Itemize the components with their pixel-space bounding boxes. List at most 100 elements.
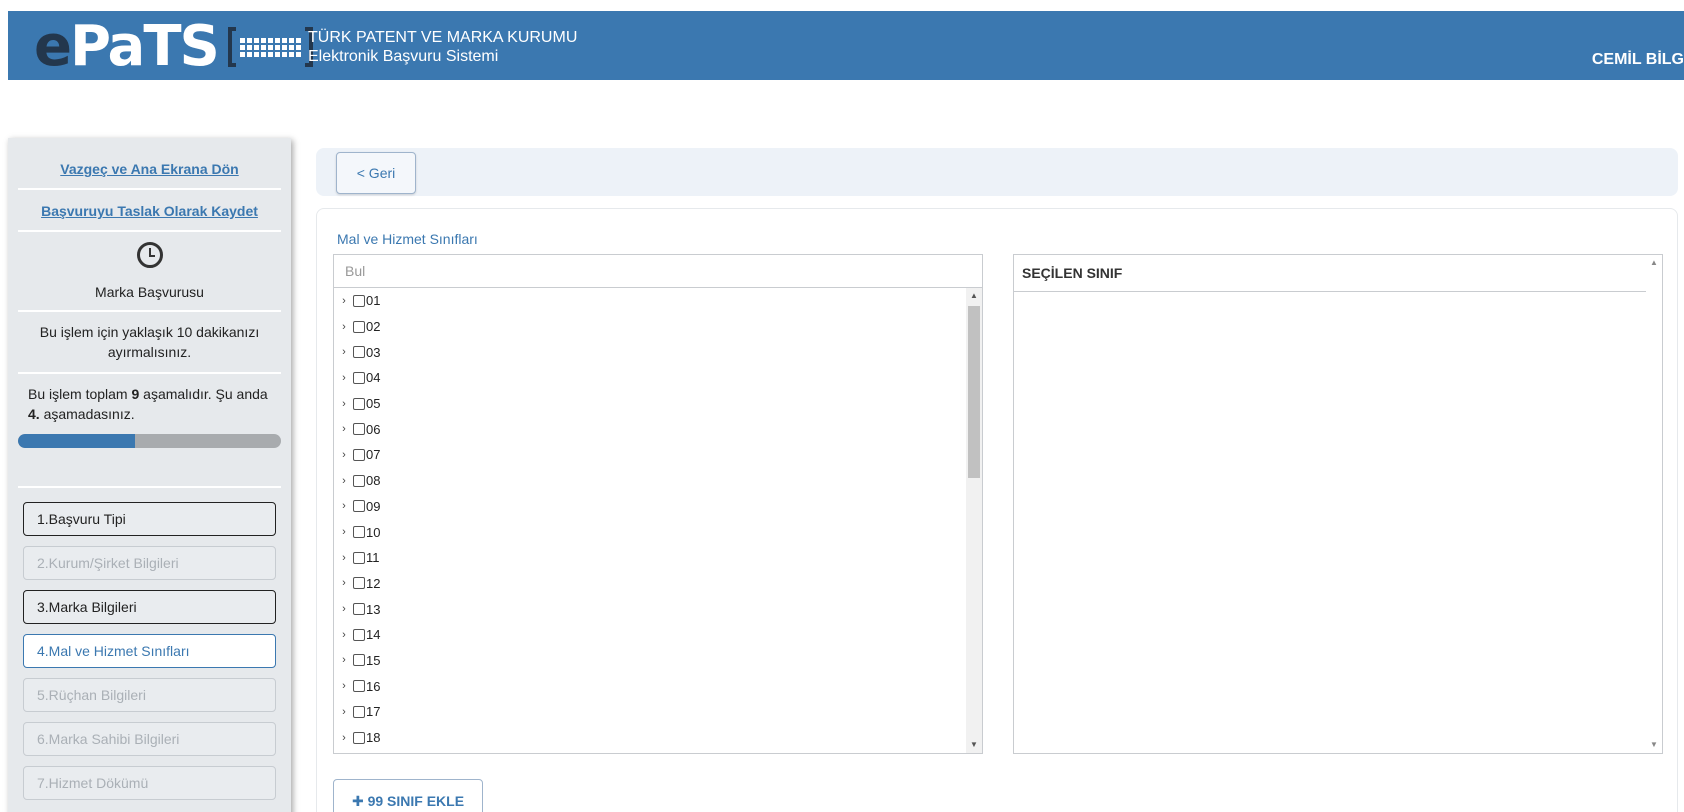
class-item[interactable]: › 16 (334, 673, 966, 699)
class-number: 06 (366, 421, 381, 437)
chevron-right-icon[interactable]: › (337, 423, 351, 435)
chevron-right-icon[interactable]: › (337, 706, 351, 718)
chevron-right-icon[interactable]: › (337, 321, 351, 333)
chevron-right-icon[interactable]: › (337, 372, 351, 384)
class-selection-panel: Mal ve Hizmet Sınıfları Bul › 01 › 02 › 03 › 04… (316, 208, 1678, 812)
chevron-right-icon[interactable]: › (337, 449, 351, 461)
logo-bracket-icon (227, 25, 313, 69)
class-item[interactable]: › 09 (334, 494, 966, 520)
step-6-button[interactable]: 6.Marka Sahibi Bilgileri (23, 722, 276, 756)
class-item[interactable]: › 02 (334, 314, 966, 340)
class-item[interactable]: › 05 (334, 391, 966, 417)
tree-scrollbar[interactable]: ▲ ▼ (966, 288, 982, 753)
section-label: Mal ve Hizmet Sınıfları (337, 231, 478, 247)
step-1-button[interactable]: 1.Başvuru Tipi (23, 502, 276, 536)
org-line-1: TÜRK PATENT VE MARKA KURUMU (308, 29, 578, 46)
chevron-right-icon[interactable]: › (337, 552, 351, 564)
sidebar: Vazgeç ve Ana Ekrana Dön Başvuruyu Tasla… (8, 138, 291, 812)
step-3-button[interactable]: 3.Marka Bilgileri (23, 590, 276, 624)
class-number: 11 (366, 550, 380, 566)
class-checkbox[interactable] (353, 731, 365, 744)
class-checkbox[interactable] (353, 371, 365, 384)
add-class-99-button[interactable]: ✚ 99 SINIF EKLE (333, 779, 483, 812)
chevron-right-icon[interactable]: › (337, 654, 351, 666)
class-checkbox[interactable] (353, 346, 365, 359)
step-7-button[interactable]: 7.Hizmet Dökümü (23, 766, 276, 800)
chevron-right-icon[interactable]: › (337, 526, 351, 538)
class-item[interactable]: › 10 (334, 519, 966, 545)
class-number: 09 (366, 498, 381, 514)
scroll-down-icon[interactable]: ▼ (966, 737, 982, 753)
search-input[interactable]: Bul (334, 255, 982, 288)
class-checkbox[interactable] (353, 551, 365, 564)
class-number: 12 (366, 575, 381, 591)
chevron-right-icon[interactable]: › (337, 346, 351, 358)
plus-icon: ✚ (351, 793, 364, 809)
class-item[interactable]: › 06 (334, 416, 966, 442)
chevron-right-icon[interactable]: › (337, 603, 351, 615)
class-item[interactable]: › 12 (334, 571, 966, 597)
class-checkbox[interactable] (353, 654, 365, 667)
selected-scrollbar[interactable]: ▲ ▼ (1646, 255, 1662, 753)
class-number: 08 (366, 473, 381, 489)
class-item[interactable]: › 08 (334, 468, 966, 494)
class-checkbox[interactable] (353, 448, 365, 461)
class-item[interactable]: › 14 (334, 622, 966, 648)
step-4-button[interactable]: 4.Mal ve Hizmet Sınıfları (23, 634, 276, 668)
chevron-right-icon[interactable]: › (337, 475, 351, 487)
class-item[interactable]: › 11 (334, 545, 966, 571)
class-number: 04 (366, 370, 381, 386)
class-number: 15 (366, 652, 381, 668)
class-checkbox[interactable] (353, 526, 365, 539)
chevron-right-icon[interactable]: › (337, 577, 351, 589)
class-checkbox[interactable] (353, 628, 365, 641)
scroll-down-icon[interactable]: ▼ (1646, 737, 1662, 753)
class-item[interactable]: › 03 (334, 339, 966, 365)
scroll-thumb[interactable] (968, 306, 980, 478)
class-checkbox[interactable] (353, 603, 365, 616)
app-header: ePaTS TÜRK PATENT VE MARKA KURUMU Elektr… (8, 11, 1684, 80)
class-tree: Bul › 01 › 02 › 03 › 04 › 05 › 06 › 07 › 08 › 09 › 10 › 11 › 12… (333, 254, 983, 754)
step-info: Bu işlem toplam 9 aşamalıdır. Şu anda 4.… (28, 386, 268, 422)
class-item[interactable]: › 07 (334, 442, 966, 468)
class-item[interactable]: › 13 (334, 596, 966, 622)
class-checkbox[interactable] (353, 397, 365, 410)
time-info: Bu işlem için yaklaşık 10 dakikanızı ayı… (18, 312, 281, 374)
class-checkbox[interactable] (353, 294, 365, 307)
class-checkbox[interactable] (353, 423, 365, 436)
class-item[interactable]: › 15 (334, 648, 966, 674)
class-checkbox[interactable] (353, 320, 365, 333)
class-checkbox[interactable] (353, 577, 365, 590)
scroll-up-icon[interactable]: ▲ (1646, 255, 1662, 271)
class-number: 02 (366, 319, 381, 335)
save-draft-link[interactable]: Başvuruyu Taslak Olarak Kaydet (18, 190, 281, 232)
progress-bar (18, 434, 281, 448)
user-name[interactable]: CEMİL BİLG (1592, 51, 1684, 69)
class-item[interactable]: › 18 (334, 725, 966, 751)
class-checkbox[interactable] (353, 705, 365, 718)
epats-logo[interactable]: ePaTS (34, 19, 313, 75)
class-checkbox[interactable] (353, 474, 365, 487)
class-checkbox[interactable] (353, 680, 365, 693)
step-5-button[interactable]: 5.Rüçhan Bilgileri (23, 678, 276, 712)
clock-icon (136, 242, 163, 268)
class-item[interactable]: › 04 (334, 365, 966, 391)
class-number: 05 (366, 396, 381, 412)
top-toolbar: < Geri (316, 148, 1678, 196)
chevron-right-icon[interactable]: › (337, 500, 351, 512)
back-button[interactable]: < Geri (336, 152, 416, 194)
step-2-button[interactable]: 2.Kurum/Şirket Bilgileri (23, 546, 276, 580)
class-checkbox[interactable] (353, 500, 365, 513)
chevron-right-icon[interactable]: › (337, 398, 351, 410)
scroll-up-icon[interactable]: ▲ (966, 288, 982, 304)
application-title: Marka Başvurusu (18, 284, 281, 312)
chevron-right-icon[interactable]: › (337, 732, 351, 744)
chevron-right-icon[interactable]: › (337, 680, 351, 692)
cancel-return-link[interactable]: Vazgeç ve Ana Ekrana Dön (18, 138, 281, 190)
chevron-right-icon[interactable]: › (337, 295, 351, 307)
chevron-right-icon[interactable]: › (337, 629, 351, 641)
class-number: 18 (366, 730, 381, 746)
progress-fill (18, 434, 135, 448)
class-item[interactable]: › 01 (334, 288, 966, 314)
class-item[interactable]: › 17 (334, 699, 966, 725)
